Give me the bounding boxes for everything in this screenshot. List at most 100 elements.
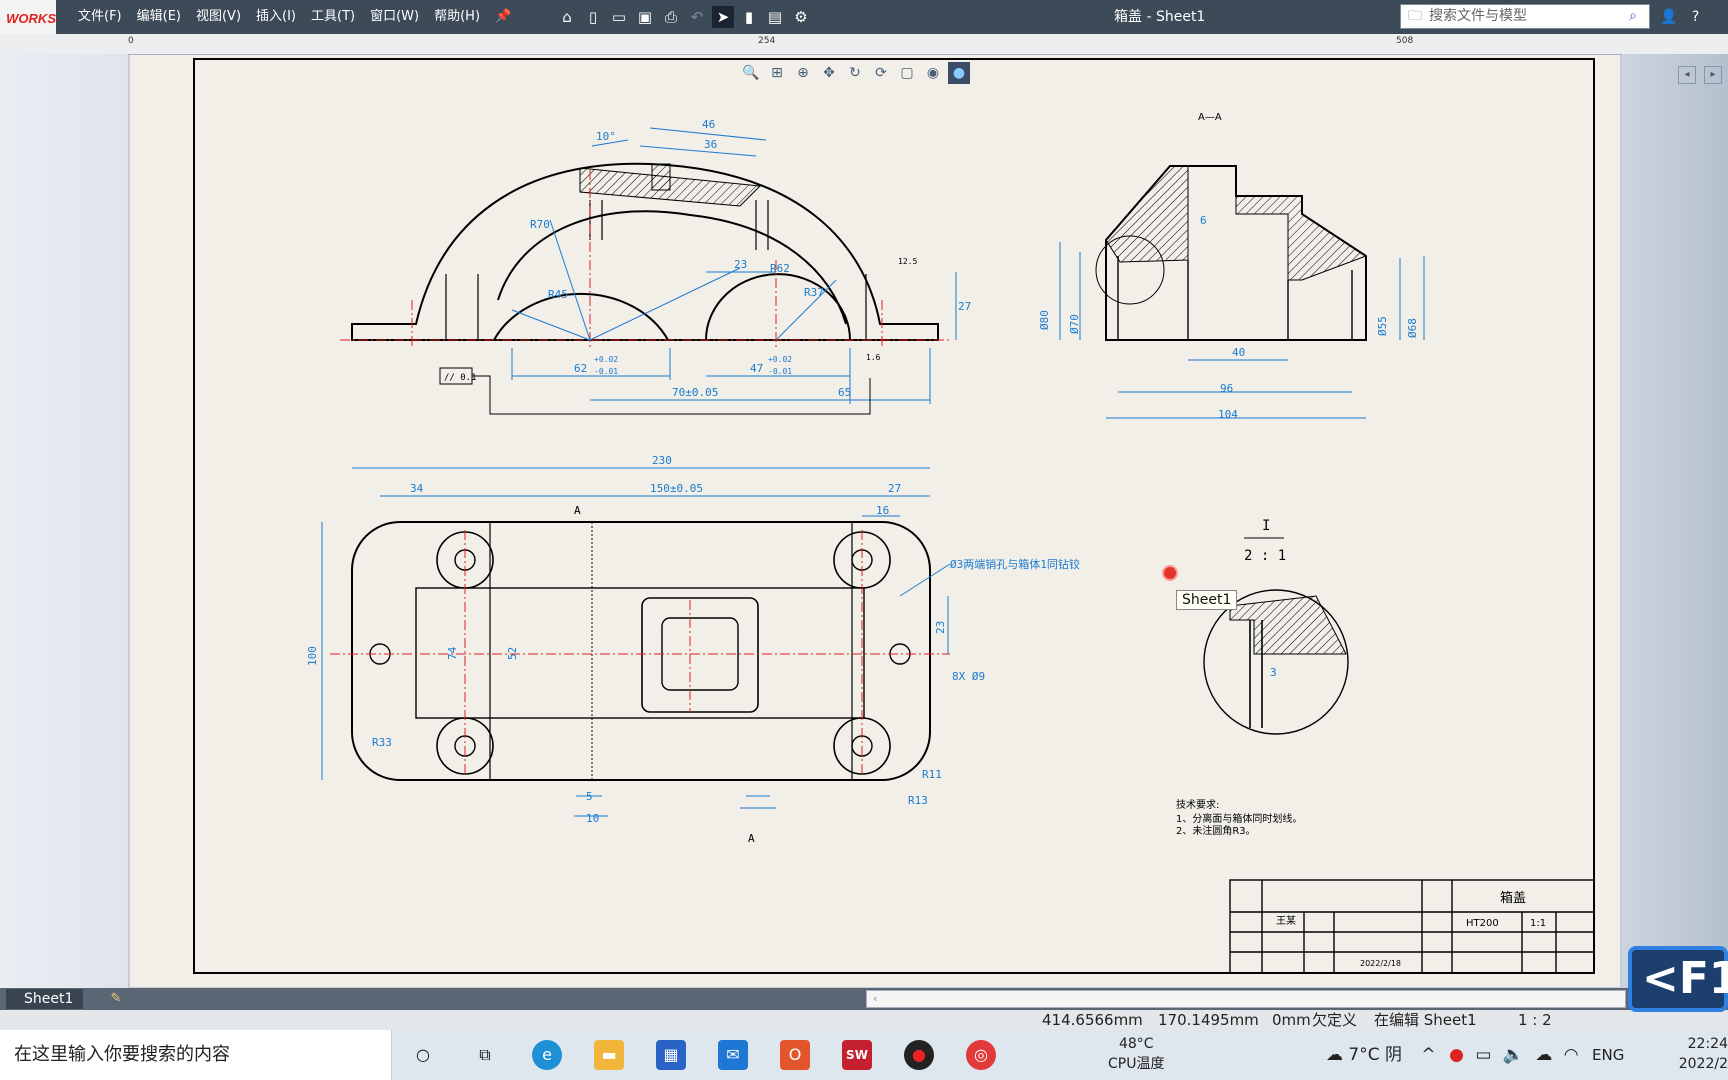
keypress-overlay: <F1 <box>1628 946 1728 1012</box>
dim-10deg: 10° <box>596 130 616 143</box>
roughness-1-6: 1.6 <box>866 353 881 362</box>
add-sheet-icon[interactable]: ✎ <box>104 989 128 1009</box>
designer: 王某 <box>1276 915 1296 927</box>
section-dim-text: Ø80 Ø70 Ø55 Ø68 6 40 96 104 <box>1038 214 1419 421</box>
parallelism-callout: // 0.1 <box>439 367 871 415</box>
clock-time: 22:24 <box>1687 1036 1728 1052</box>
dim-150: 150±0.05 <box>650 482 703 495</box>
status-editing: 在编辑 Sheet1 <box>1374 1011 1477 1029</box>
netease-music-icon[interactable]: ◎ <box>966 1040 996 1070</box>
dim-65: 65 <box>838 386 851 399</box>
battery-icon[interactable]: ▭ <box>1475 1045 1491 1065</box>
taskbar-search[interactable]: 在这里输入你要搜索的内容 <box>0 1030 392 1080</box>
dim-16: 16 <box>876 504 889 517</box>
tech-title: 技术要求: <box>1176 798 1219 811</box>
language-indicator[interactable]: ENG <box>1592 1046 1624 1064</box>
cursor-click-indicator <box>1162 565 1178 581</box>
roughness-12-5: 12.5 <box>898 257 917 266</box>
top-view-centerlines <box>330 530 950 776</box>
weather-icon[interactable]: ☁ <box>1326 1045 1343 1065</box>
tol-top-2: +0.02 <box>768 355 792 364</box>
horizontal-scrollbar[interactable]: ‹ <box>866 990 1626 1008</box>
task-view-icon[interactable]: ⧉ <box>470 1040 500 1070</box>
material: HT200 <box>1466 918 1499 929</box>
section-view-a-a: A—A <box>1095 112 1368 341</box>
detail-view: I 2 : 1 3 <box>1203 518 1349 735</box>
dim-holes: 8X Ø9 <box>952 670 985 683</box>
top-view-dim-text: 230 34 150±0.05 27 16 100 74 52 23 R33 R… <box>306 454 1080 845</box>
section-dimensions <box>1059 242 1425 419</box>
clock-date: 2022/2 <box>1678 1056 1728 1072</box>
status-x-coord: 414.6566mm <box>1042 1011 1143 1029</box>
sheet-scale: 1:1 <box>1530 918 1546 929</box>
volume-icon[interactable]: 🔈 <box>1503 1045 1524 1065</box>
dim-96: 96 <box>1220 382 1233 395</box>
system-tray: ☁ 7°C 阴 ^ ● ▭ 🔈 ☁ ◠ ENG <box>1326 1030 1624 1080</box>
status-z-coord: 0mm <box>1272 1011 1311 1029</box>
top-view <box>351 521 931 781</box>
detail-label: I <box>1262 518 1270 534</box>
recorder-icon[interactable]: ● <box>904 1040 934 1070</box>
store-icon[interactable]: ▦ <box>656 1040 686 1070</box>
dim-104: 104 <box>1218 408 1238 421</box>
edge-icon[interactable]: e <box>532 1040 562 1070</box>
tech-note-2: 2、未注圆角R3。 <box>1176 824 1256 837</box>
windows-taskbar: 在这里输入你要搜索的内容 ○ ⧉ e ▬ ▦ ✉ O SW ● ◎ 48°C C… <box>0 1030 1728 1080</box>
onedrive-icon[interactable]: ☁ <box>1535 1045 1552 1065</box>
dim-27b: 27 <box>888 482 901 495</box>
tray-chevron-icon[interactable]: ^ <box>1421 1045 1435 1065</box>
status-bar: 414.6566mm 170.1495mm 0mm 欠定义 在编辑 Sheet1… <box>0 1010 1728 1030</box>
wifi-icon[interactable]: ◠ <box>1564 1045 1579 1065</box>
file-explorer-icon[interactable]: ▬ <box>594 1040 624 1070</box>
dim-r70: R70 <box>530 218 550 231</box>
cpu-temp-value: 48°C <box>1118 1036 1154 1052</box>
section-mark-a-top: A <box>574 504 581 517</box>
tab-sheet1[interactable]: Sheet1 <box>6 989 84 1009</box>
dim-3: 3 <box>1270 666 1277 679</box>
solidworks-icon[interactable]: SW <box>842 1040 872 1070</box>
dim-r62: R62 <box>770 262 790 275</box>
office-icon[interactable]: O <box>780 1040 810 1070</box>
dim-phi55: Ø55 <box>1376 316 1389 336</box>
drawing-canvas: 46 36 10° R70 R45 R62 R37 23 27 62 +0.02… <box>193 58 1595 974</box>
cpu-temperature: 48°C CPU温度 <box>1108 1034 1164 1074</box>
dim-phi70: Ø70 <box>1068 314 1081 334</box>
dim-52: 52 <box>506 647 519 660</box>
weather-text[interactable]: 7°C 阴 <box>1348 1045 1402 1065</box>
record-tray-icon[interactable]: ● <box>1449 1045 1464 1065</box>
section-mark-a-bottom: A <box>748 832 755 845</box>
dim-34: 34 <box>410 482 424 495</box>
cortana-icon[interactable]: ○ <box>408 1040 438 1070</box>
dim-6: 6 <box>1200 214 1207 227</box>
dim-62: 62 <box>574 362 587 375</box>
tol-bot-1: -0.01 <box>594 367 618 376</box>
dim-10: 10 <box>586 812 599 825</box>
dim-27: 27 <box>958 300 971 313</box>
technical-notes: 技术要求: 1、分离面与箱体同时划线。 2、未注圆角R3。 <box>1176 798 1302 837</box>
dim-r45: R45 <box>548 288 568 301</box>
status-y-coord: 170.1495mm <box>1158 1011 1259 1029</box>
dim-phi68: Ø68 <box>1406 318 1419 338</box>
status-definition: 欠定义 <box>1312 1011 1358 1029</box>
dim-r37: R37 <box>804 286 824 299</box>
dim-40: 40 <box>1232 346 1245 359</box>
design-date: 2022/2/18 <box>1360 959 1401 968</box>
status-scale[interactable]: 1 : 2 <box>1518 1010 1552 1031</box>
cpu-temp-label: CPU温度 <box>1108 1056 1165 1072</box>
dim-70: 70±0.05 <box>672 386 718 399</box>
tech-note-1: 1、分离面与箱体同时划线。 <box>1176 812 1302 825</box>
svg-text:// 0.1: // 0.1 <box>444 373 477 383</box>
dim-100: 100 <box>306 646 319 666</box>
mail-icon[interactable]: ✉ <box>718 1040 748 1070</box>
dim-36: 36 <box>704 138 717 151</box>
dim-47: 47 <box>750 362 763 375</box>
tol-bot-2: -0.01 <box>768 367 792 376</box>
dim-r13: R13 <box>908 794 928 807</box>
dim-phi80: Ø80 <box>1038 310 1051 330</box>
dim-23b: 23 <box>934 621 947 634</box>
title-block-text: 箱盖 HT200 1:1 王某 2022/2/18 <box>1276 890 1546 968</box>
front-view-dim-text: 46 36 10° R70 R45 R62 R37 23 27 62 +0.02… <box>530 118 971 399</box>
taskbar-clock[interactable]: 22:24 2022/2 <box>1668 1034 1728 1074</box>
tol-top-1: +0.02 <box>594 355 618 364</box>
dim-r33: R33 <box>372 736 392 749</box>
